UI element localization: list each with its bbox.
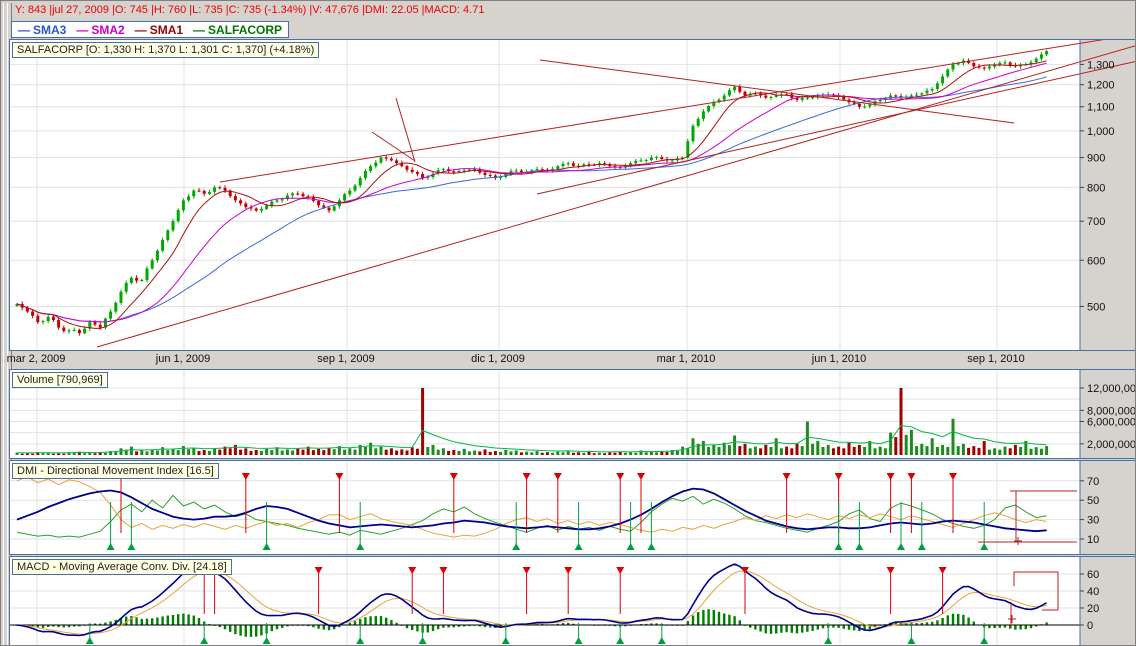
legend-item-sma3[interactable]: — SMA3 [18,23,66,37]
svg-text:900: 900 [1087,153,1105,165]
volume-bar-chart[interactable]: 12,000,0008,000,0006,000,0002,000,000 [10,370,1135,458]
macd-panel-label: MACD - Moving Average Conv. Div. [24.18] [12,559,232,575]
svg-text:1,000: 1,000 [1087,126,1115,138]
legend-label: SMA1 [149,22,184,37]
line-swatch-icon: — [193,22,206,37]
legend-label: SMA2 [91,22,125,37]
volume-panel-label: Volume [790,969] [12,372,108,388]
x-axis-label: jun 1, 2009 [155,353,211,365]
line-swatch-icon: — [76,22,89,37]
svg-text:50: 50 [1087,495,1099,507]
x-axis-label: sep 1, 2010 [967,353,1025,365]
svg-text:12,000,000: 12,000,000 [1087,383,1135,395]
macd-panel[interactable]: MACD - Moving Average Conv. Div. [24.18]… [9,556,1135,645]
volume-panel[interactable]: Volume [790,969] 12,000,0008,000,0006,00… [9,369,1135,459]
svg-text:70: 70 [1087,476,1099,488]
line-swatch-icon: — [134,22,147,37]
x-axis-label: sep 1, 2009 [317,353,375,365]
legend-item-sma2[interactable]: — SMA2 [76,23,124,37]
x-axis-label: dic 1, 2009 [471,353,525,365]
legend-label: SALFACORP [208,22,283,37]
svg-text:1,100: 1,100 [1087,102,1115,114]
svg-text:700: 700 [1087,216,1105,228]
price-chart-panel[interactable]: SALFACORP [O: 1,330 H: 1,370 L: 1,301 C:… [9,39,1135,351]
dmi-panel-label: DMI - Directional Movement Index [16.5] [12,463,219,479]
x-axis-strip: mar 2, 2009 jun 1, 2009 sep 1, 2009 dic 1, … [6,350,1134,367]
price-candlestick-chart[interactable]: 1,300 1,200 1,100 1,000 900 800 700 600 500 [10,40,1135,350]
svg-text:20: 20 [1087,603,1099,615]
x-axis-label: mar 2, 2009 [6,353,66,365]
svg-text:2,000,000: 2,000,000 [1087,439,1135,451]
chart-application-window: Y: 843 |jul 27, 2009 |O: 745 |H: 760 |L:… [0,0,1136,646]
svg-text:600: 600 [1087,255,1105,267]
svg-text:1,200: 1,200 [1087,80,1115,92]
svg-text:800: 800 [1087,182,1105,194]
svg-text:500: 500 [1087,301,1105,313]
line-swatch-icon: — [18,22,30,37]
svg-text:1,300: 1,300 [1087,59,1115,71]
svg-text:0: 0 [1087,620,1093,632]
svg-text:6,000,000: 6,000,000 [1087,417,1135,429]
svg-text:60: 60 [1087,569,1099,581]
legend-item-salfacorp[interactable]: — SALFACORP [193,23,282,37]
series-legend: — SMA3 — SMA2 — SMA1 — SALFACORP [11,21,290,38]
x-axis-label: mar 1, 2010 [656,353,716,365]
legend-label: SMA3 [33,22,67,37]
legend-item-sma1[interactable]: — SMA1 [135,23,183,37]
dmi-panel[interactable]: DMI - Directional Movement Index [16.5] … [9,460,1135,555]
svg-text:30: 30 [1087,515,1099,527]
price-panel-label: SALFACORP [O: 1,330 H: 1,370 L: 1,301 C:… [12,42,320,58]
svg-text:10: 10 [1087,534,1099,546]
x-axis-label: jun 1, 2010 [811,353,867,365]
crosshair-info-bar: Y: 843 |jul 27, 2009 |O: 745 |H: 760 |L:… [15,4,485,16]
svg-text:40: 40 [1087,586,1099,598]
